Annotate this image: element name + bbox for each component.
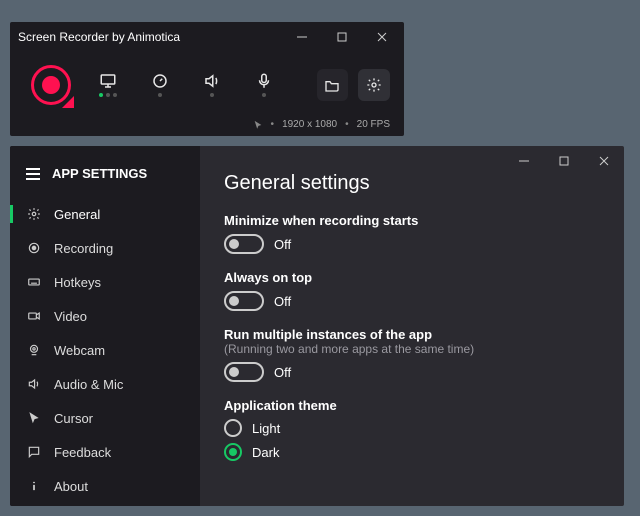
setting-always-on-top: Always on top Off [224, 270, 600, 311]
sidebar-title: APP SETTINGS [52, 166, 147, 181]
setting-label: Always on top [224, 270, 600, 285]
toggle-multi[interactable]: Off [224, 362, 600, 382]
sidebar-item-webcam[interactable]: Webcam [10, 333, 200, 367]
setting-label: Application theme [224, 398, 600, 413]
sidebar-item-cursor[interactable]: Cursor [10, 401, 200, 435]
gear-icon [26, 206, 42, 222]
setting-sublabel: (Running two and more apps at the same t… [224, 342, 600, 356]
quality-button[interactable] [143, 72, 177, 97]
sidebar-item-label: Cursor [54, 411, 93, 426]
sidebar-item-label: Webcam [54, 343, 105, 358]
sidebar-item-about[interactable]: About [10, 469, 200, 503]
toggle-minimize[interactable]: Off [224, 234, 600, 254]
toggle-state: Off [274, 294, 291, 309]
radio-label: Light [252, 421, 280, 436]
sidebar-item-recording[interactable]: Recording [10, 231, 200, 265]
sidebar-item-video[interactable]: Video [10, 299, 200, 333]
sidebar-header[interactable]: APP SETTINGS [10, 154, 200, 197]
maximize-button[interactable] [322, 22, 362, 52]
close-button[interactable] [362, 22, 402, 52]
gear-icon [366, 77, 382, 93]
sidebar-item-label: Hotkeys [54, 275, 101, 290]
sidebar-item-label: Video [54, 309, 87, 324]
sidebar-item-label: Audio & Mic [54, 377, 123, 392]
mic-icon [255, 72, 273, 90]
sidebar-item-label: Recording [54, 241, 113, 256]
video-icon [26, 308, 42, 324]
radio-label: Dark [252, 445, 279, 460]
sidebar-item-label: General [54, 207, 100, 222]
monitor-icon [99, 72, 117, 90]
setting-label: Minimize when recording starts [224, 213, 600, 228]
recordings-folder-button[interactable] [317, 69, 349, 101]
setting-theme: Application theme Light Dark [224, 398, 600, 461]
maximize-button[interactable] [544, 146, 584, 176]
webcam-icon [26, 342, 42, 358]
sidebar-item-audio[interactable]: Audio & Mic [10, 367, 200, 401]
setting-label: Run multiple instances of the app [224, 327, 600, 342]
sidebar-item-label: Feedback [54, 445, 111, 460]
settings-button[interactable] [358, 69, 390, 101]
close-button[interactable] [584, 146, 624, 176]
sidebar-item-label: About [54, 479, 88, 494]
cursor-icon [253, 120, 263, 130]
theme-option-dark[interactable]: Dark [224, 443, 600, 461]
info-icon [26, 478, 42, 494]
speaker-icon [26, 376, 42, 392]
settings-window: APP SETTINGS General Recording Hotkeys V… [10, 146, 624, 506]
recorder-title-text: Screen Recorder by Animotica [18, 30, 180, 44]
minimize-button[interactable] [282, 22, 322, 52]
speaker-icon [203, 72, 221, 90]
system-audio-button[interactable] [195, 72, 229, 97]
cursor-icon [26, 410, 42, 426]
toggle-state: Off [274, 237, 291, 252]
gauge-icon [151, 72, 169, 90]
setting-multi-instance: Run multiple instances of the app (Runni… [224, 327, 600, 382]
record-icon [26, 240, 42, 256]
sidebar-item-feedback[interactable]: Feedback [10, 435, 200, 469]
sidebar-item-general[interactable]: General [10, 197, 200, 231]
theme-option-light[interactable]: Light [224, 419, 600, 437]
status-resolution: 1920 x 1080 [282, 119, 337, 130]
recorder-toolbar [10, 52, 404, 117]
setting-minimize: Minimize when recording starts Off [224, 213, 600, 254]
keyboard-icon [26, 274, 42, 290]
chat-icon [26, 444, 42, 460]
toggle-ontop[interactable]: Off [224, 291, 600, 311]
microphone-button[interactable] [247, 72, 281, 97]
sidebar-item-hotkeys[interactable]: Hotkeys [10, 265, 200, 299]
screen-source-button[interactable] [92, 72, 126, 97]
settings-main: General settings Minimize when recording… [200, 146, 624, 506]
folder-icon [324, 77, 340, 93]
record-button[interactable] [28, 62, 74, 108]
recorder-window: Screen Recorder by Animotica [10, 22, 404, 136]
status-fps: 20 FPS [357, 119, 390, 130]
recorder-footer: 1920 x 1080 20 FPS [10, 117, 404, 136]
hamburger-icon [26, 168, 40, 180]
minimize-button[interactable] [504, 146, 544, 176]
recorder-titlebar[interactable]: Screen Recorder by Animotica [10, 22, 404, 52]
toggle-state: Off [274, 365, 291, 380]
sidebar: APP SETTINGS General Recording Hotkeys V… [10, 146, 200, 506]
